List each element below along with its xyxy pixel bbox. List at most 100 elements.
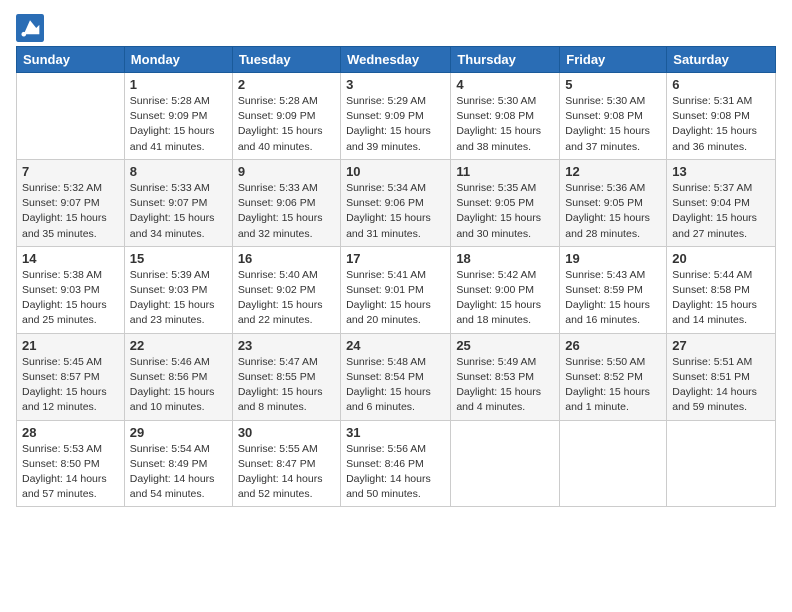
calendar-cell: 5 Sunrise: 5:30 AMSunset: 9:08 PMDaylight… [560,73,667,160]
day-number: 24 [346,338,445,353]
day-number: 15 [130,251,227,266]
calendar-cell: 13 Sunrise: 5:37 AMSunset: 9:04 PMDayligh… [667,159,776,246]
week-row-4: 21 Sunrise: 5:45 AMSunset: 8:57 PMDayligh… [17,333,776,420]
day-number: 31 [346,425,445,440]
day-number: 8 [130,164,227,179]
calendar-cell: 9 Sunrise: 5:33 AMSunset: 9:06 PMDaylight… [232,159,340,246]
calendar-body: 1 Sunrise: 5:28 AMSunset: 9:09 PMDaylight… [17,73,776,507]
day-info: Sunrise: 5:37 AMSunset: 9:04 PMDaylight:… [672,181,770,242]
calendar-cell: 17 Sunrise: 5:41 AMSunset: 9:01 PMDayligh… [341,246,451,333]
day-info: Sunrise: 5:28 AMSunset: 9:09 PMDaylight:… [130,94,227,155]
day-number: 21 [22,338,119,353]
calendar-cell: 22Sunrise: 5:46 AMSunset: 8:56 PMDayligh… [124,333,232,420]
day-number: 25 [456,338,554,353]
day-number: 22 [130,338,227,353]
week-row-3: 14 Sunrise: 5:38 AMSunset: 9:03 PMDayligh… [17,246,776,333]
day-info: Sunrise: 5:35 AMSunset: 9:05 PMDaylight:… [456,181,554,242]
calendar-cell: 11 Sunrise: 5:35 AMSunset: 9:05 PMDayligh… [451,159,560,246]
calendar-cell: 6 Sunrise: 5:31 AMSunset: 9:08 PMDaylight… [667,73,776,160]
week-row-5: 28Sunrise: 5:53 AMSunset: 8:50 PMDayligh… [17,420,776,507]
logo [16,14,48,42]
day-info: Sunrise: 5:45 AMSunset: 8:57 PMDaylight:… [22,355,119,416]
header-row: SundayMondayTuesdayWednesdayThursdayFrid… [17,47,776,73]
calendar-cell: 31 Sunrise: 5:56 AMSunset: 8:46 PMDayligh… [341,420,451,507]
day-number: 23 [238,338,335,353]
calendar-cell [451,420,560,507]
day-number: 12 [565,164,661,179]
calendar-cell [17,73,125,160]
day-number: 18 [456,251,554,266]
page: SundayMondayTuesdayWednesdayThursdayFrid… [0,0,792,612]
header-day-tuesday: Tuesday [232,47,340,73]
calendar-cell [667,420,776,507]
day-info: Sunrise: 5:48 AMSunset: 8:54 PMDaylight:… [346,355,445,416]
calendar-cell: 18 Sunrise: 5:42 AMSunset: 9:00 PMDayligh… [451,246,560,333]
calendar-cell: 30 Sunrise: 5:55 AMSunset: 8:47 PMDayligh… [232,420,340,507]
header-day-thursday: Thursday [451,47,560,73]
calendar: SundayMondayTuesdayWednesdayThursdayFrid… [16,46,776,507]
calendar-cell: 23 Sunrise: 5:47 AMSunset: 8:55 PMDayligh… [232,333,340,420]
calendar-cell: 8 Sunrise: 5:33 AMSunset: 9:07 PMDaylight… [124,159,232,246]
day-info: Sunrise: 5:50 AMSunset: 8:52 PMDaylight:… [565,355,661,416]
calendar-cell: 25Sunrise: 5:49 AMSunset: 8:53 PMDayligh… [451,333,560,420]
day-number: 7 [22,164,119,179]
day-info: Sunrise: 5:33 AMSunset: 9:07 PMDaylight:… [130,181,227,242]
header [16,10,776,42]
day-number: 19 [565,251,661,266]
day-info: Sunrise: 5:31 AMSunset: 9:08 PMDaylight:… [672,94,770,155]
day-info: Sunrise: 5:32 AMSunset: 9:07 PMDaylight:… [22,181,119,242]
day-info: Sunrise: 5:36 AMSunset: 9:05 PMDaylight:… [565,181,661,242]
day-info: Sunrise: 5:34 AMSunset: 9:06 PMDaylight:… [346,181,445,242]
week-row-1: 1 Sunrise: 5:28 AMSunset: 9:09 PMDaylight… [17,73,776,160]
calendar-cell: 1 Sunrise: 5:28 AMSunset: 9:09 PMDaylight… [124,73,232,160]
header-day-friday: Friday [560,47,667,73]
day-info: Sunrise: 5:55 AMSunset: 8:47 PMDaylight:… [238,442,335,503]
day-number: 2 [238,77,335,92]
day-number: 29 [130,425,227,440]
calendar-cell: 28Sunrise: 5:53 AMSunset: 8:50 PMDayligh… [17,420,125,507]
day-info: Sunrise: 5:30 AMSunset: 9:08 PMDaylight:… [565,94,661,155]
day-info: Sunrise: 5:44 AMSunset: 8:58 PMDaylight:… [672,268,770,329]
calendar-cell: 10 Sunrise: 5:34 AMSunset: 9:06 PMDayligh… [341,159,451,246]
header-day-monday: Monday [124,47,232,73]
day-info: Sunrise: 5:56 AMSunset: 8:46 PMDaylight:… [346,442,445,503]
day-info: Sunrise: 5:29 AMSunset: 9:09 PMDaylight:… [346,94,445,155]
day-number: 20 [672,251,770,266]
header-day-sunday: Sunday [17,47,125,73]
calendar-cell: 24 Sunrise: 5:48 AMSunset: 8:54 PMDayligh… [341,333,451,420]
day-info: Sunrise: 5:38 AMSunset: 9:03 PMDaylight:… [22,268,119,329]
day-info: Sunrise: 5:42 AMSunset: 9:00 PMDaylight:… [456,268,554,329]
calendar-cell [560,420,667,507]
day-number: 16 [238,251,335,266]
calendar-cell: 7 Sunrise: 5:32 AMSunset: 9:07 PMDaylight… [17,159,125,246]
day-info: Sunrise: 5:41 AMSunset: 9:01 PMDaylight:… [346,268,445,329]
day-info: Sunrise: 5:47 AMSunset: 8:55 PMDaylight:… [238,355,335,416]
day-number: 1 [130,77,227,92]
day-number: 6 [672,77,770,92]
day-info: Sunrise: 5:28 AMSunset: 9:09 PMDaylight:… [238,94,335,155]
calendar-cell: 19Sunrise: 5:43 AMSunset: 8:59 PMDayligh… [560,246,667,333]
day-info: Sunrise: 5:51 AMSunset: 8:51 PMDaylight:… [672,355,770,416]
day-info: Sunrise: 5:33 AMSunset: 9:06 PMDaylight:… [238,181,335,242]
calendar-cell: 2 Sunrise: 5:28 AMSunset: 9:09 PMDaylight… [232,73,340,160]
calendar-cell: 26Sunrise: 5:50 AMSunset: 8:52 PMDayligh… [560,333,667,420]
calendar-header: SundayMondayTuesdayWednesdayThursdayFrid… [17,47,776,73]
calendar-cell: 15Sunrise: 5:39 AMSunset: 9:03 PMDayligh… [124,246,232,333]
day-number: 27 [672,338,770,353]
day-number: 10 [346,164,445,179]
day-number: 30 [238,425,335,440]
day-number: 5 [565,77,661,92]
day-number: 9 [238,164,335,179]
day-number: 4 [456,77,554,92]
calendar-cell: 14 Sunrise: 5:38 AMSunset: 9:03 PMDayligh… [17,246,125,333]
day-number: 13 [672,164,770,179]
day-number: 14 [22,251,119,266]
day-info: Sunrise: 5:40 AMSunset: 9:02 PMDaylight:… [238,268,335,329]
calendar-cell: 27 Sunrise: 5:51 AMSunset: 8:51 PMDayligh… [667,333,776,420]
day-number: 11 [456,164,554,179]
header-day-saturday: Saturday [667,47,776,73]
logo-icon [16,14,44,42]
day-number: 3 [346,77,445,92]
day-info: Sunrise: 5:54 AMSunset: 8:49 PMDaylight:… [130,442,227,503]
day-number: 17 [346,251,445,266]
